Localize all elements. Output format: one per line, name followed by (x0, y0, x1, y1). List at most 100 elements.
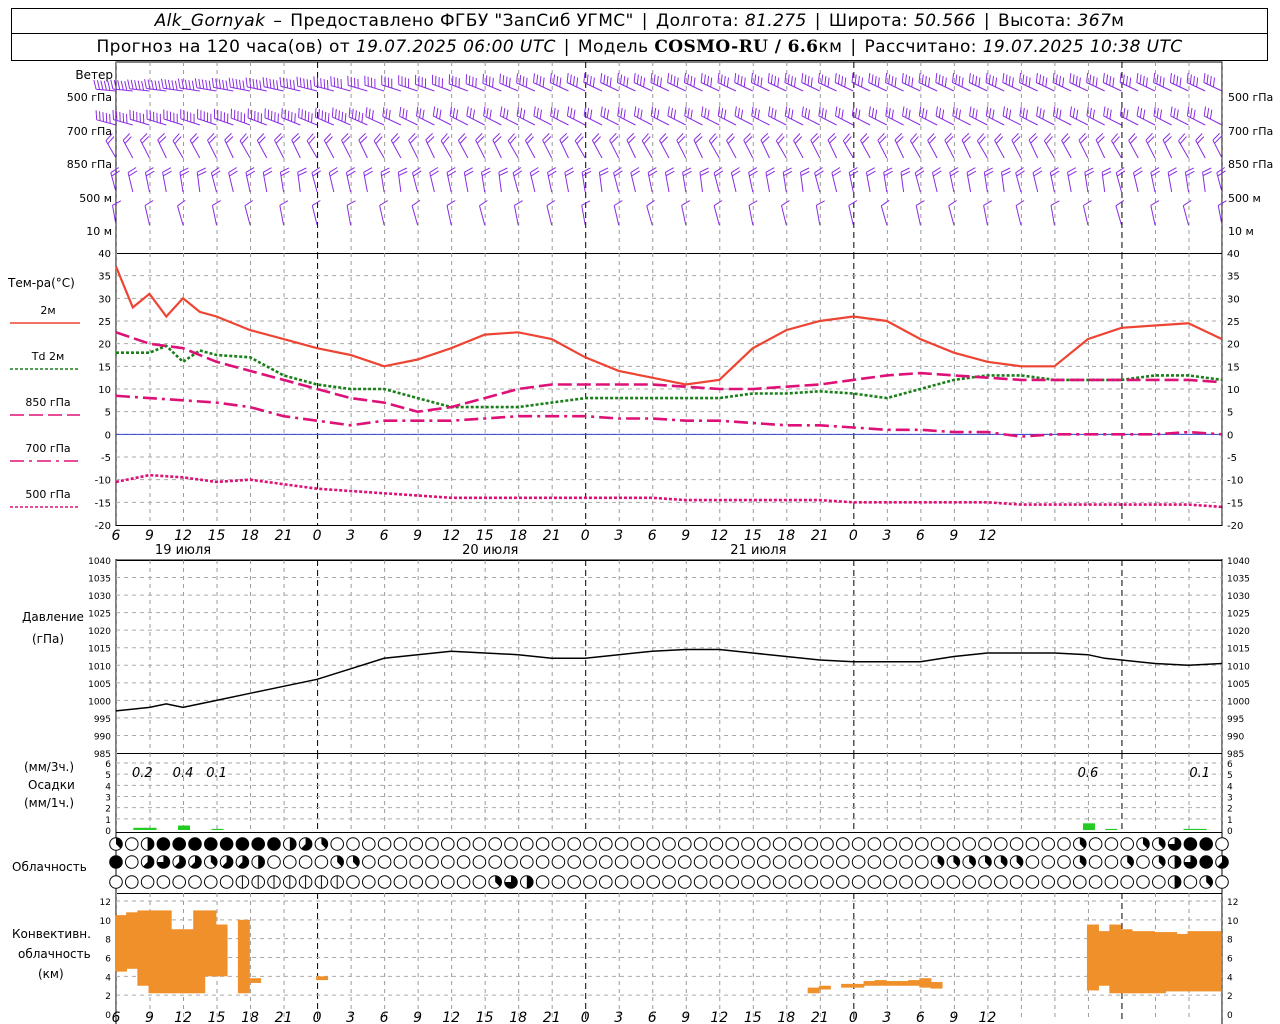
conv-bar (237, 919, 250, 994)
wind-barb (915, 200, 925, 226)
wind-barb (835, 106, 854, 126)
cloud-fill (1184, 837, 1197, 851)
wind-barb (1145, 133, 1156, 159)
wind-barb (513, 200, 523, 226)
cloud-fill (1174, 875, 1181, 889)
wind-barb (358, 133, 368, 159)
x-tick-label: 12 (442, 528, 460, 544)
x-tick-label: 9 (949, 528, 958, 544)
cloud-symbol (709, 855, 724, 869)
cloud-symbol (1041, 855, 1055, 869)
temp-tick-right: 30 (1227, 294, 1240, 305)
wind-barb (139, 133, 150, 159)
wind-barb (1069, 106, 1089, 126)
wind-barb (699, 167, 710, 193)
wind-barb (630, 167, 640, 193)
wind-barb (211, 200, 221, 226)
cloud-symbol (488, 855, 503, 869)
wind-barb (483, 106, 502, 126)
wind-barb (927, 133, 938, 159)
wind-barb (1162, 133, 1173, 159)
wind-barb (877, 133, 888, 159)
wind-barb (425, 133, 435, 159)
cloud-symbol (1136, 875, 1150, 889)
pressure-tick-right: 990 (1227, 732, 1244, 742)
wind-barb (345, 167, 356, 193)
wind-level-label-right: 700 гПа (1228, 125, 1273, 138)
wind-barb (902, 106, 921, 126)
cloud-symbol (125, 875, 139, 889)
wind-barb (801, 106, 821, 126)
wind-barb (633, 73, 653, 92)
conv-tick-right: 10 (1227, 917, 1239, 927)
wind-barb (734, 73, 754, 92)
cloud-symbol (883, 855, 898, 869)
precip-tick-left: 0 (105, 827, 111, 837)
wind-barb (818, 106, 837, 126)
precip-tick-left: 1 (105, 816, 111, 826)
x-tick-label: 9 (145, 528, 154, 544)
x-tick-label: 15 (476, 1010, 494, 1024)
cloud-symbol (1088, 837, 1103, 851)
wind-barb (659, 133, 670, 159)
wind-barb (1115, 199, 1125, 226)
wind-barb (983, 200, 993, 226)
wind-barb (952, 73, 971, 92)
cloud-symbol (709, 837, 724, 851)
cloud-fill (157, 837, 170, 851)
precip-amount-label: 0.6 (1078, 766, 1099, 781)
x-tick-label: 18 (777, 528, 795, 544)
precip-bar (1194, 828, 1207, 830)
wind-barb (314, 107, 334, 126)
conv-tick-right: 8 (1227, 936, 1233, 946)
wind-barb (1136, 73, 1156, 92)
pressure-tick-right: 1015 (1227, 645, 1250, 655)
conv-bar (1131, 931, 1144, 994)
temp-tick-left: 15 (98, 362, 111, 373)
conv-tick-left: 8 (105, 936, 111, 946)
x-tick-label: 3 (346, 1010, 355, 1024)
wind-barb (683, 73, 703, 92)
temp-tick-left: -5 (101, 453, 111, 464)
wind-barb (1186, 106, 1206, 126)
cloud-symbol (362, 855, 376, 869)
wind-barb (529, 167, 540, 193)
temp-legend-label: 850 гПа (25, 396, 70, 409)
wind-barb (900, 167, 911, 193)
cloud-symbol (172, 875, 186, 889)
cloud-symbol (978, 837, 992, 851)
conv-tick-left: 12 (100, 898, 111, 908)
wind-barb (775, 133, 787, 159)
cloud-symbol (630, 855, 645, 869)
pressure-tick-right: 1000 (1227, 697, 1250, 707)
wind-barb (574, 133, 586, 159)
cloud-symbol (1025, 855, 1040, 869)
wind-barb (432, 106, 452, 126)
wind-barb (784, 73, 804, 92)
wind-barb (1128, 133, 1139, 159)
wind-barb (1212, 133, 1223, 159)
wind-barb (650, 73, 670, 92)
cloud-symbol (662, 855, 676, 869)
wind-barb (230, 108, 251, 126)
conv-tick-right: 6 (1227, 955, 1233, 965)
cloud-symbol (1136, 855, 1150, 869)
cloud-symbol (1041, 837, 1055, 851)
cloud-symbol (267, 855, 281, 869)
temp-tick-left: 10 (98, 385, 111, 396)
cloud-symbol (1120, 875, 1134, 889)
wind-barb (516, 106, 536, 126)
temp-tick-right: -10 (1227, 476, 1243, 487)
x-tick-label: 0 (313, 528, 322, 544)
wind-barb (968, 73, 988, 92)
cloud-symbol (709, 875, 724, 889)
pressure-tick-right: 1035 (1227, 575, 1250, 585)
wind-barb (546, 200, 556, 226)
precip-tick-left: 3 (105, 794, 111, 804)
wind-barb (885, 106, 904, 126)
x-tick-label: 21 (275, 1010, 293, 1024)
wind-barb (815, 200, 825, 226)
wind-barb (1184, 167, 1195, 193)
temp-tick-left: 20 (98, 340, 111, 351)
wind-level-label-right: 850 гПа (1228, 158, 1273, 171)
